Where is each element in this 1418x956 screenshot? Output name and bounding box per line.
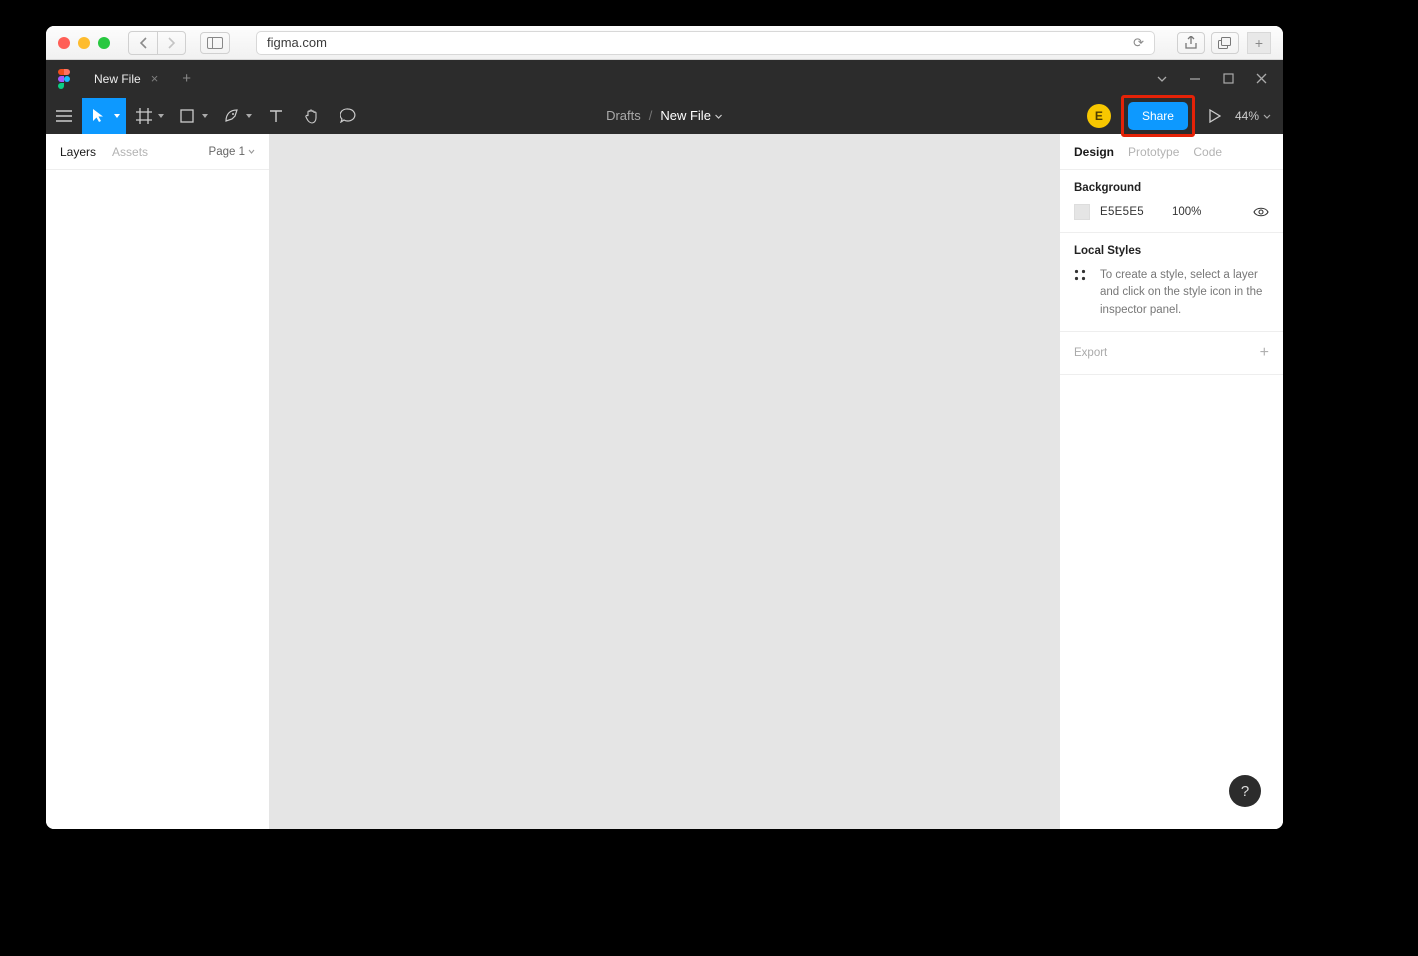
- background-swatch[interactable]: [1074, 204, 1090, 220]
- tab-prototype[interactable]: Prototype: [1128, 145, 1179, 159]
- chevron-down-icon: [1263, 114, 1271, 119]
- tab-design[interactable]: Design: [1074, 145, 1114, 159]
- help-button[interactable]: ?: [1229, 775, 1261, 807]
- canvas[interactable]: [270, 134, 1059, 829]
- tab-code[interactable]: Code: [1193, 145, 1222, 159]
- window-minimize-button[interactable]: [1189, 73, 1201, 85]
- share-button[interactable]: Share: [1128, 102, 1188, 130]
- avatar-initial: E: [1095, 109, 1103, 123]
- frame-tool[interactable]: [126, 98, 170, 134]
- page-selector-label: Page 1: [209, 146, 245, 158]
- comment-tool[interactable]: [330, 98, 366, 134]
- window-dropdown-icon[interactable]: [1157, 76, 1167, 82]
- export-section: Export +: [1060, 332, 1283, 375]
- window-close-button[interactable]: [1256, 73, 1267, 84]
- move-tool[interactable]: [82, 98, 126, 134]
- add-export-button[interactable]: +: [1260, 344, 1269, 362]
- browser-url-bar[interactable]: figma.com ⟳: [256, 31, 1155, 55]
- browser-nav-buttons: [128, 31, 186, 55]
- page-selector[interactable]: Page 1: [209, 146, 255, 158]
- right-panel: Design Prototype Code Background E5E5E5 …: [1059, 134, 1283, 829]
- background-title: Background: [1074, 182, 1269, 194]
- new-file-tab-button[interactable]: +: [170, 70, 203, 87]
- browser-tabs-button[interactable]: [1211, 32, 1239, 54]
- window-minimize-icon[interactable]: [78, 37, 90, 49]
- chevron-down-icon: [715, 114, 723, 119]
- breadcrumb: Drafts / New File: [606, 108, 723, 123]
- main-menu-button[interactable]: [46, 98, 82, 134]
- window-close-icon[interactable]: [58, 37, 70, 49]
- browser-url-text: figma.com: [267, 35, 327, 50]
- local-styles-title: Local Styles: [1074, 245, 1269, 257]
- browser-chrome: figma.com ⟳ +: [46, 26, 1283, 60]
- share-button-annotation: Share: [1121, 95, 1195, 137]
- reload-icon[interactable]: ⟳: [1133, 35, 1144, 51]
- chevron-down-icon: [248, 149, 255, 154]
- background-hex[interactable]: E5E5E5: [1100, 206, 1144, 218]
- tab-layers[interactable]: Layers: [60, 145, 96, 159]
- text-tool[interactable]: [258, 98, 294, 134]
- window-maximize-button[interactable]: [1223, 73, 1234, 84]
- export-title: Export: [1074, 347, 1107, 359]
- file-tab[interactable]: New File ×: [82, 60, 170, 97]
- figma-tabstrip: New File × +: [46, 60, 1283, 97]
- user-avatar[interactable]: E: [1087, 104, 1111, 128]
- help-icon: ?: [1241, 783, 1249, 800]
- figma-logo-icon[interactable]: [46, 69, 82, 89]
- visibility-toggle-icon[interactable]: [1253, 206, 1269, 218]
- background-opacity[interactable]: 100%: [1172, 206, 1201, 218]
- present-button[interactable]: [1205, 109, 1225, 123]
- zoom-control[interactable]: 44%: [1235, 109, 1271, 123]
- local-styles-hint: To create a style, select a layer and cl…: [1100, 267, 1269, 319]
- breadcrumb-file[interactable]: New File: [660, 108, 723, 123]
- left-panel: Layers Assets Page 1: [46, 134, 270, 829]
- local-styles-section: Local Styles To create a style, select a…: [1060, 233, 1283, 332]
- breadcrumb-drafts[interactable]: Drafts: [606, 108, 641, 123]
- browser-back-button[interactable]: [129, 32, 157, 54]
- browser-forward-button[interactable]: [157, 32, 185, 54]
- shape-tool[interactable]: [170, 98, 214, 134]
- hand-tool[interactable]: [294, 98, 330, 134]
- window-traffic-lights: [58, 37, 110, 49]
- styles-icon: [1074, 267, 1088, 281]
- browser-new-tab-button[interactable]: +: [1247, 32, 1271, 54]
- tab-assets[interactable]: Assets: [112, 145, 148, 159]
- browser-share-button[interactable]: [1177, 32, 1205, 54]
- browser-sidebar-button[interactable]: [200, 32, 230, 54]
- breadcrumb-file-label: New File: [660, 108, 711, 123]
- pen-tool[interactable]: [214, 98, 258, 134]
- figma-toolbar: Drafts / New File E Share 44%: [46, 97, 1283, 134]
- close-icon[interactable]: ×: [151, 71, 159, 86]
- zoom-value: 44%: [1235, 109, 1259, 123]
- background-section: Background E5E5E5 100%: [1060, 170, 1283, 233]
- window-zoom-icon[interactable]: [98, 37, 110, 49]
- file-tab-label: New File: [94, 72, 141, 86]
- browser-right-controls: +: [1177, 32, 1271, 54]
- breadcrumb-separator: /: [649, 108, 653, 123]
